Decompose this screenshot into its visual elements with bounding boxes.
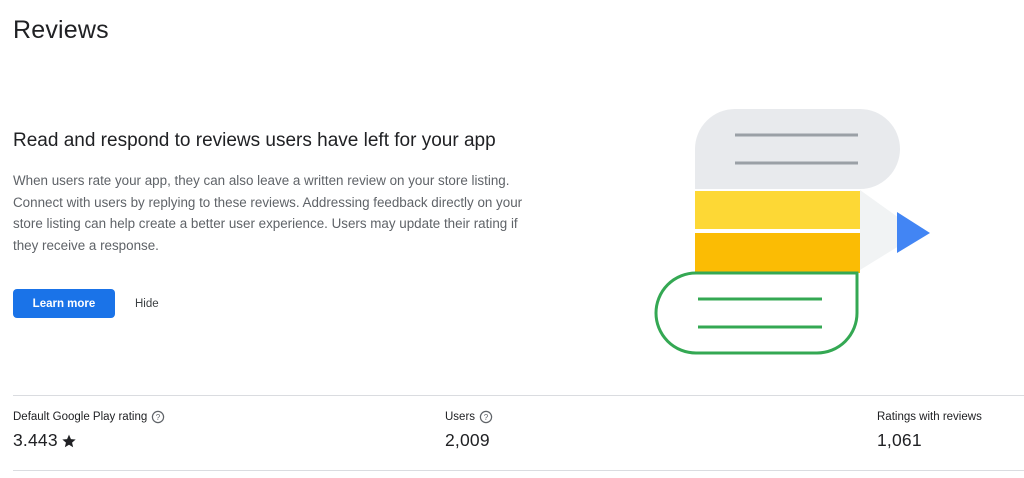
stat-default-rating: Default Google Play rating ? 3.443	[13, 409, 165, 451]
hide-button[interactable]: Hide	[135, 298, 159, 310]
svg-text:?: ?	[484, 413, 489, 422]
learn-more-button[interactable]: Learn more	[13, 289, 115, 318]
stat-label: Ratings with reviews	[877, 411, 982, 423]
speech-bubble-shape	[695, 109, 900, 189]
stat-label: Users	[445, 411, 476, 423]
star-icon	[61, 433, 77, 449]
stat-label-row: Default Google Play rating ?	[13, 409, 165, 425]
play-arrow-shape	[897, 212, 930, 253]
intro-heading: Read and respond to reviews users have l…	[13, 130, 496, 151]
stat-label-row: Users ?	[445, 409, 493, 425]
stat-users: Users ? 2,009	[445, 409, 493, 451]
help-icon[interactable]: ?	[151, 410, 165, 424]
stats-top-divider	[13, 395, 1024, 396]
intro-body: When users rate your app, they can also …	[13, 173, 523, 253]
stat-value: 2,009	[445, 430, 490, 450]
intro-section: Read and respond to reviews users have l…	[13, 128, 523, 256]
amber-block	[695, 233, 860, 273]
svg-text:?: ?	[156, 413, 161, 422]
stat-value: 1,061	[877, 430, 922, 450]
help-icon[interactable]: ?	[479, 410, 493, 424]
page-title: Reviews	[13, 16, 109, 44]
reviews-illustration	[650, 105, 940, 365]
yellow-block	[695, 191, 860, 229]
green-bubble-shape	[654, 271, 859, 355]
stat-label-row: Ratings with reviews	[877, 409, 982, 425]
stat-value-row: 1,061	[877, 430, 982, 451]
stat-value-row: 2,009	[445, 430, 493, 451]
stats-bottom-divider	[13, 470, 1024, 471]
stat-value-row: 3.443	[13, 430, 165, 451]
stat-ratings-with-reviews: Ratings with reviews 1,061	[877, 409, 982, 451]
intro-actions: Learn more Hide	[13, 289, 159, 318]
stat-label: Default Google Play rating	[13, 411, 148, 423]
reviews-illustration-graphic	[654, 109, 930, 355]
stat-value: 3.443	[13, 430, 58, 450]
